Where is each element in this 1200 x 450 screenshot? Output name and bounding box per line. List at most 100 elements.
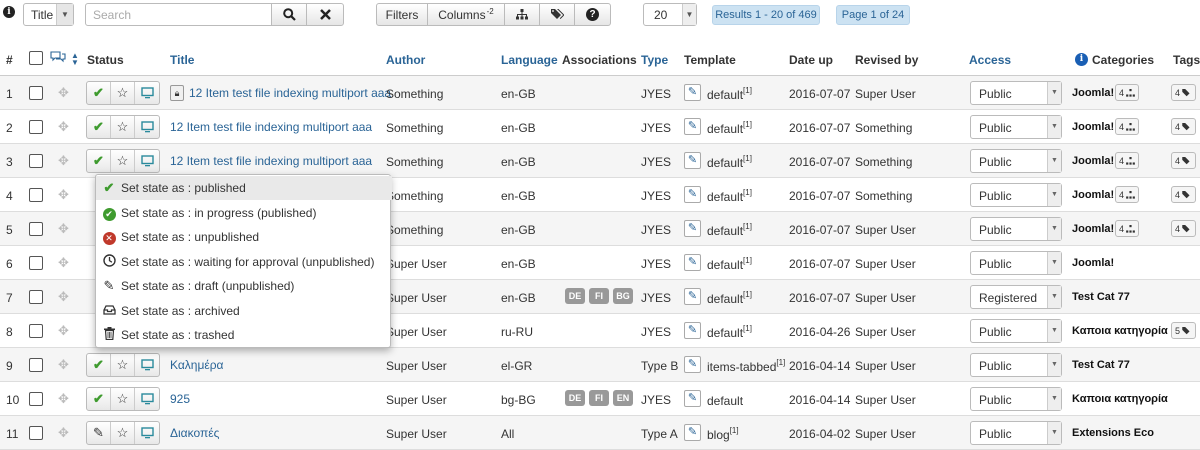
check-icon[interactable]: ✔ [87,354,111,376]
columns-button[interactable]: Columns -2 [427,3,505,26]
menu-item-unpublished[interactable]: ✕ Set state as : unpublished [96,225,392,249]
header-language[interactable]: Language [501,53,558,67]
access-select[interactable]: Public ▼ [970,183,1062,207]
check-icon[interactable]: ✔ [87,116,111,138]
association-tag[interactable]: DE [565,288,585,304]
drag-handle-icon[interactable]: ✥ [58,85,69,101]
association-tag[interactable]: FI [589,390,609,406]
access-select[interactable]: Public ▼ [970,81,1062,105]
row-checkbox[interactable] [29,86,43,100]
drag-handle-icon[interactable]: ✥ [58,323,69,339]
sort-icon[interactable]: ▲ ▼ [71,52,79,67]
access-select[interactable]: Public ▼ [970,115,1062,139]
check-icon[interactable]: ✔ [87,150,111,172]
row-checkbox[interactable] [29,392,43,406]
clear-button[interactable] [306,3,344,26]
drag-handle-icon[interactable]: ✥ [58,153,69,169]
association-tag[interactable]: FI [589,288,609,304]
header-type[interactable]: Type [641,53,668,67]
drag-handle-icon[interactable]: ✥ [58,425,69,441]
row-checkbox[interactable] [29,324,43,338]
edit-template-icon[interactable]: ✎ [684,288,701,305]
monitor-icon[interactable] [135,422,159,444]
access-select[interactable]: Public ▼ [970,149,1062,173]
title-link[interactable]: Καλημέρα [170,358,224,372]
access-select[interactable]: Public ▼ [970,353,1062,377]
check-icon[interactable]: ✔ [87,82,111,104]
access-select[interactable]: Public ▼ [970,421,1062,445]
category-tree-button[interactable] [504,3,540,26]
monitor-icon[interactable] [135,116,159,138]
star-icon[interactable]: ☆ [111,82,135,104]
category-count-badge[interactable]: 4 [1115,220,1140,237]
row-checkbox[interactable] [29,290,43,304]
association-tag[interactable]: BG [613,288,633,304]
access-select[interactable]: Registered ▼ [970,285,1062,309]
menu-item-draft-unpublished[interactable]: ✎ Set state as : draft (unpublished) [96,274,392,298]
title-link[interactable]: 12 Item test file indexing multiport aaa [170,120,372,134]
tag-count-badge[interactable]: 4 [1171,186,1197,203]
row-checkbox[interactable] [29,120,43,134]
menu-item-trashed[interactable]: Set state as : trashed [96,323,392,347]
menu-item-in-progress-published[interactable]: ✔ Set state as : in progress (published) [96,201,392,225]
drag-handle-icon[interactable]: ✥ [58,119,69,135]
header-title[interactable]: Title [170,53,194,67]
info-icon[interactable]: i [3,6,15,18]
info-icon[interactable]: i [1075,53,1088,66]
row-checkbox[interactable] [29,358,43,372]
drag-handle-icon[interactable]: ✥ [58,255,69,271]
drag-handle-icon[interactable]: ✥ [58,391,69,407]
row-checkbox[interactable] [29,426,43,440]
tags-button[interactable] [539,3,575,26]
edit-template-icon[interactable]: ✎ [684,152,701,169]
edit-template-icon[interactable]: ✎ [684,220,701,237]
edit-template-icon[interactable]: ✎ [684,424,701,441]
access-select[interactable]: Public ▼ [970,387,1062,411]
header-author[interactable]: Author [386,53,425,67]
row-checkbox[interactable] [29,188,43,202]
star-icon[interactable]: ☆ [111,422,135,444]
title-link[interactable]: Διακοπές [170,426,219,440]
tag-count-badge[interactable]: 5 [1171,322,1197,339]
association-tag[interactable]: DE [565,390,585,406]
search-button[interactable] [271,3,307,26]
menu-item-waiting-for-approval-unpublished[interactable]: Set state as : waiting for approval (unp… [96,250,392,274]
filters-button[interactable]: Filters [376,3,428,26]
monitor-icon[interactable] [135,354,159,376]
header-access[interactable]: Access [969,53,1011,67]
search-input[interactable] [85,3,272,26]
association-tag[interactable]: EN [613,390,633,406]
edit-template-icon[interactable]: ✎ [684,390,701,407]
edit-template-icon[interactable]: ✎ [684,322,701,339]
star-icon[interactable]: ☆ [111,354,135,376]
star-icon[interactable]: ☆ [111,116,135,138]
list-limit-select[interactable]: 20 ▼ [643,3,697,26]
row-checkbox[interactable] [29,256,43,270]
edit-template-icon[interactable]: ✎ [684,186,701,203]
menu-item-archived[interactable]: Set state as : archived [96,299,392,323]
menu-item-published[interactable]: ✔ Set state as : published [96,176,392,200]
edit-template-icon[interactable]: ✎ [684,254,701,271]
search-field-select[interactable]: Title ▼ [23,3,74,26]
title-link[interactable]: 925 [170,392,190,406]
drag-handle-icon[interactable]: ✥ [58,221,69,237]
category-count-badge[interactable]: 4 [1115,152,1140,169]
help-button[interactable]: ? [574,3,611,26]
row-checkbox[interactable] [29,154,43,168]
edit-template-icon[interactable]: ✎ [684,118,701,135]
check-icon[interactable]: ✔ [87,388,111,410]
access-select[interactable]: Public ▼ [970,319,1062,343]
title-link[interactable]: 12 Item test file indexing multiport aaa [170,154,372,168]
access-select[interactable]: Public ▼ [970,217,1062,241]
row-checkbox[interactable] [29,222,43,236]
category-count-badge[interactable]: 4 [1115,118,1140,135]
comments-icon[interactable] [50,51,66,68]
tag-count-badge[interactable]: 4 [1171,84,1197,101]
edit-template-icon[interactable]: ✎ [684,84,701,101]
drag-handle-icon[interactable]: ✥ [58,187,69,203]
edit-template-icon[interactable]: ✎ [684,356,701,373]
monitor-icon[interactable] [135,150,159,172]
category-count-badge[interactable]: 4 [1115,186,1140,203]
tag-count-badge[interactable]: 4 [1171,118,1197,135]
pencil-icon[interactable]: ✎ [87,422,111,444]
